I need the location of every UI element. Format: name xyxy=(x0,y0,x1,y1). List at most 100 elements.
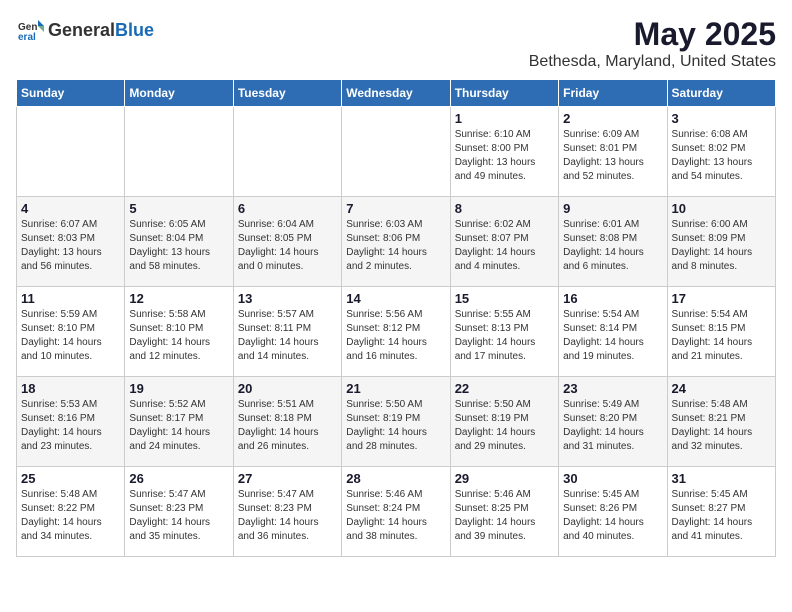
day-cell: 20 Sunrise: 5:51 AM Sunset: 8:18 PM Dayli… xyxy=(233,377,341,467)
day-info: Sunrise: 5:54 AM Sunset: 8:14 PM Dayligh… xyxy=(563,308,662,364)
day-info: Sunrise: 5:55 AM Sunset: 8:13 PM Dayligh… xyxy=(455,308,554,364)
day-info: Sunrise: 5:47 AM Sunset: 8:23 PM Dayligh… xyxy=(129,488,228,544)
day-info: Sunrise: 5:46 AM Sunset: 8:24 PM Dayligh… xyxy=(346,488,445,544)
day-info: Sunrise: 5:58 AM Sunset: 8:10 PM Dayligh… xyxy=(129,308,228,364)
day-info: Sunrise: 5:52 AM Sunset: 8:17 PM Dayligh… xyxy=(129,398,228,454)
day-cell xyxy=(17,107,125,197)
day-number: 5 xyxy=(129,201,228,216)
day-number: 20 xyxy=(238,381,337,396)
day-header-saturday: Saturday xyxy=(667,80,775,107)
day-number: 12 xyxy=(129,291,228,306)
day-number: 13 xyxy=(238,291,337,306)
day-number: 8 xyxy=(455,201,554,216)
day-cell xyxy=(233,107,341,197)
day-cell: 27Sunrise: 5:47 AM Sunset: 8:23 PM Dayli… xyxy=(233,467,341,557)
day-cell: 4Sunrise: 6:07 AM Sunset: 8:03 PM Daylig… xyxy=(17,197,125,287)
day-number: 15 xyxy=(455,291,554,306)
day-number: 1 xyxy=(455,111,554,126)
day-info: Sunrise: 5:48 AM Sunset: 8:21 PM Dayligh… xyxy=(672,398,771,454)
header: Gen eral GeneralBlue May 2025 Bethesda, … xyxy=(16,16,776,71)
day-cell: 7Sunrise: 6:03 AM Sunset: 8:06 PM Daylig… xyxy=(342,197,450,287)
day-cell: 28 Sunrise: 5:46 AM Sunset: 8:24 PM Dayli… xyxy=(342,467,450,557)
day-info: Sunrise: 5:49 AM Sunset: 8:20 PM Dayligh… xyxy=(563,398,662,454)
day-info: Sunrise: 5:48 AM Sunset: 8:22 PM Dayligh… xyxy=(21,488,120,544)
day-cell: 8 Sunrise: 6:02 AM Sunset: 8:07 PM Daylig… xyxy=(450,197,558,287)
day-info: Sunrise: 6:10 AM Sunset: 8:00 PM Dayligh… xyxy=(455,128,554,184)
day-cell: 13 Sunrise: 5:57 AM Sunset: 8:11 PM Dayli… xyxy=(233,287,341,377)
day-number: 18 xyxy=(21,381,120,396)
day-cell: 29Sunrise: 5:46 AM Sunset: 8:25 PM Dayli… xyxy=(450,467,558,557)
day-cell: 10 Sunrise: 6:00 AM Sunset: 8:09 PM Dayli… xyxy=(667,197,775,287)
day-header-wednesday: Wednesday xyxy=(342,80,450,107)
day-number: 4 xyxy=(21,201,120,216)
day-info: Sunrise: 6:02 AM Sunset: 8:07 PM Dayligh… xyxy=(455,218,554,274)
day-info: Sunrise: 5:50 AM Sunset: 8:19 PM Dayligh… xyxy=(346,398,445,454)
day-info: Sunrise: 5:56 AM Sunset: 8:12 PM Dayligh… xyxy=(346,308,445,364)
day-info: Sunrise: 6:05 AM Sunset: 8:04 PM Dayligh… xyxy=(129,218,228,274)
day-header-sunday: Sunday xyxy=(17,80,125,107)
day-cell: 14 Sunrise: 5:56 AM Sunset: 8:12 PM Dayli… xyxy=(342,287,450,377)
week-row-2: 4Sunrise: 6:07 AM Sunset: 8:03 PM Daylig… xyxy=(17,197,776,287)
day-info: Sunrise: 5:53 AM Sunset: 8:16 PM Dayligh… xyxy=(21,398,120,454)
day-number: 14 xyxy=(346,291,445,306)
header-row: SundayMondayTuesdayWednesdayThursdayFrid… xyxy=(17,80,776,107)
day-info: Sunrise: 5:51 AM Sunset: 8:18 PM Dayligh… xyxy=(238,398,337,454)
day-number: 27 xyxy=(238,471,337,486)
day-info: Sunrise: 5:54 AM Sunset: 8:15 PM Dayligh… xyxy=(672,308,771,364)
day-number: 9 xyxy=(563,201,662,216)
day-cell: 31 Sunrise: 5:45 AM Sunset: 8:27 PM Dayli… xyxy=(667,467,775,557)
day-info: Sunrise: 6:01 AM Sunset: 8:08 PM Dayligh… xyxy=(563,218,662,274)
day-info: Sunrise: 5:45 AM Sunset: 8:27 PM Dayligh… xyxy=(672,488,771,544)
day-number: 23 xyxy=(563,381,662,396)
day-number: 11 xyxy=(21,291,120,306)
day-cell: 23 Sunrise: 5:49 AM Sunset: 8:20 PM Dayli… xyxy=(559,377,667,467)
day-header-monday: Monday xyxy=(125,80,233,107)
day-cell: 5 Sunrise: 6:05 AM Sunset: 8:04 PM Daylig… xyxy=(125,197,233,287)
day-number: 16 xyxy=(563,291,662,306)
day-cell: 19 Sunrise: 5:52 AM Sunset: 8:17 PM Dayli… xyxy=(125,377,233,467)
day-number: 22 xyxy=(455,381,554,396)
day-number: 28 xyxy=(346,471,445,486)
day-cell xyxy=(125,107,233,197)
day-number: 6 xyxy=(238,201,337,216)
day-info: Sunrise: 6:04 AM Sunset: 8:05 PM Dayligh… xyxy=(238,218,337,274)
day-cell: 26 Sunrise: 5:47 AM Sunset: 8:23 PM Dayli… xyxy=(125,467,233,557)
day-number: 10 xyxy=(672,201,771,216)
day-number: 26 xyxy=(129,471,228,486)
day-cell: 30Sunrise: 5:45 AM Sunset: 8:26 PM Dayli… xyxy=(559,467,667,557)
day-cell xyxy=(342,107,450,197)
day-cell: 3Sunrise: 6:08 AM Sunset: 8:02 PM Daylig… xyxy=(667,107,775,197)
day-info: Sunrise: 5:46 AM Sunset: 8:25 PM Dayligh… xyxy=(455,488,554,544)
day-number: 19 xyxy=(129,381,228,396)
day-number: 24 xyxy=(672,381,771,396)
day-info: Sunrise: 6:00 AM Sunset: 8:09 PM Dayligh… xyxy=(672,218,771,274)
day-cell: 1 Sunrise: 6:10 AM Sunset: 8:00 PM Daylig… xyxy=(450,107,558,197)
day-number: 25 xyxy=(21,471,120,486)
day-header-friday: Friday xyxy=(559,80,667,107)
day-cell: 16 Sunrise: 5:54 AM Sunset: 8:14 PM Dayli… xyxy=(559,287,667,377)
day-info: Sunrise: 6:08 AM Sunset: 8:02 PM Dayligh… xyxy=(672,128,771,184)
logo-icon: Gen eral xyxy=(16,16,44,44)
day-cell: 25 Sunrise: 5:48 AM Sunset: 8:22 PM Dayli… xyxy=(17,467,125,557)
day-number: 17 xyxy=(672,291,771,306)
calendar-table: SundayMondayTuesdayWednesdayThursdayFrid… xyxy=(16,79,776,557)
day-info: Sunrise: 5:57 AM Sunset: 8:11 PM Dayligh… xyxy=(238,308,337,364)
day-cell: 18 Sunrise: 5:53 AM Sunset: 8:16 PM Dayli… xyxy=(17,377,125,467)
day-cell: 15 Sunrise: 5:55 AM Sunset: 8:13 PM Dayli… xyxy=(450,287,558,377)
subtitle: Bethesda, Maryland, United States xyxy=(529,53,776,71)
day-info: Sunrise: 5:50 AM Sunset: 8:19 PM Dayligh… xyxy=(455,398,554,454)
logo-general-text: General xyxy=(48,20,115,40)
day-cell: 24 Sunrise: 5:48 AM Sunset: 8:21 PM Dayli… xyxy=(667,377,775,467)
day-info: Sunrise: 6:03 AM Sunset: 8:06 PM Dayligh… xyxy=(346,218,445,274)
main-title: May 2025 xyxy=(529,16,776,53)
week-row-1: 1 Sunrise: 6:10 AM Sunset: 8:00 PM Daylig… xyxy=(17,107,776,197)
day-number: 31 xyxy=(672,471,771,486)
day-cell: 6 Sunrise: 6:04 AM Sunset: 8:05 PM Daylig… xyxy=(233,197,341,287)
day-header-thursday: Thursday xyxy=(450,80,558,107)
day-cell: 2Sunrise: 6:09 AM Sunset: 8:01 PM Daylig… xyxy=(559,107,667,197)
week-row-5: 25 Sunrise: 5:48 AM Sunset: 8:22 PM Dayli… xyxy=(17,467,776,557)
day-cell: 17 Sunrise: 5:54 AM Sunset: 8:15 PM Dayli… xyxy=(667,287,775,377)
day-number: 2 xyxy=(563,111,662,126)
week-row-3: 11Sunrise: 5:59 AM Sunset: 8:10 PM Dayli… xyxy=(17,287,776,377)
week-row-4: 18 Sunrise: 5:53 AM Sunset: 8:16 PM Dayli… xyxy=(17,377,776,467)
